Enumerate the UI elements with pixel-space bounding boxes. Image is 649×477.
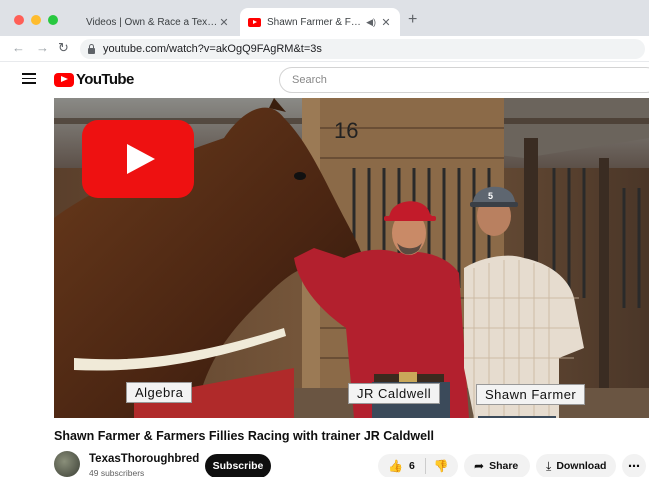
play-button[interactable] <box>82 120 194 198</box>
youtube-logo[interactable]: YouTube <box>54 71 134 88</box>
caption-shawn-farmer: Shawn Farmer <box>476 384 586 405</box>
channel-avatar[interactable] <box>54 451 80 477</box>
like-count[interactable]: 6 <box>409 460 415 472</box>
tab-close-icon[interactable]: ✕ <box>218 16 230 29</box>
new-tab-icon[interactable]: + <box>408 12 417 28</box>
back-arrow-icon[interactable]: ← <box>12 40 25 56</box>
like-icon[interactable]: 👍 <box>388 459 403 473</box>
window-maximize-icon[interactable] <box>48 15 58 25</box>
stall-number: 16 <box>334 118 358 143</box>
browser-tab-strip: Videos | Own & Race a Texas T ✕ Shawn Fa… <box>0 0 649 36</box>
lock-icon[interactable] <box>88 43 95 54</box>
share-label: Share <box>489 460 519 472</box>
window-minimize-icon[interactable] <box>31 15 41 25</box>
caption-algebra: Algebra <box>126 382 193 403</box>
reload-icon[interactable]: ↻ <box>58 40 69 56</box>
more-actions-icon[interactable]: ⋯ <box>622 454 646 477</box>
address-text: youtube.com/watch?v=akOgQ9FAgRM&t=3s <box>103 43 322 55</box>
tab-title: Shawn Farmer & Farmers F <box>267 16 366 28</box>
subscriber-count: 49 subscribers <box>89 468 145 477</box>
dislike-icon[interactable]: 👎 <box>434 459 449 473</box>
forward-arrow-icon[interactable]: → <box>36 40 49 56</box>
share-icon: ➦ <box>474 459 485 473</box>
youtube-favicon-icon <box>248 17 261 27</box>
download-label: Download <box>556 460 607 472</box>
like-divider <box>424 458 426 474</box>
tab-title: Videos | Own & Race a Texas T <box>86 16 218 28</box>
window-close-icon[interactable] <box>14 15 24 25</box>
youtube-logo-text: YouTube <box>76 71 134 88</box>
youtube-masthead: YouTube Search <box>0 62 649 98</box>
browser-tab-youtube[interactable]: Shawn Farmer & Farmers F ◀) ✕ <box>240 8 400 36</box>
channel-name[interactable]: TexasThoroughbred <box>89 453 199 465</box>
youtube-play-logo-icon <box>54 72 74 87</box>
browser-toolbar: ← → ↻ youtube.com/watch?v=akOgQ9FAgRM&t=… <box>0 36 649 62</box>
search-input[interactable]: Search <box>279 67 649 93</box>
caption-jr-caldwell: JR Caldwell <box>348 383 441 404</box>
cap-badge-number: 5 <box>488 191 493 201</box>
search-placeholder: Search <box>292 74 327 86</box>
subscribe-button[interactable]: Subscribe <box>205 454 271 477</box>
download-icon: ⤓ <box>546 458 552 473</box>
audio-playing-icon[interactable]: ◀) <box>366 17 376 28</box>
video-player[interactable]: 16 5 Algebra JR Caldwell Shawn Farmer <box>54 98 649 418</box>
share-button[interactable]: ➦ Share <box>464 454 530 477</box>
menu-icon[interactable] <box>22 73 36 84</box>
browser-tab-videos[interactable]: Videos | Own & Race a Texas T ✕ <box>78 8 238 36</box>
address-bar[interactable]: youtube.com/watch?v=akOgQ9FAgRM&t=3s <box>80 39 645 59</box>
video-title: Shawn Farmer & Farmers Fillies Racing wi… <box>54 429 434 443</box>
tab-close-icon[interactable]: ✕ <box>380 16 392 29</box>
download-button[interactable]: ⤓ Download <box>536 454 616 477</box>
like-dislike-group: 👍 6 👎 <box>378 454 458 477</box>
